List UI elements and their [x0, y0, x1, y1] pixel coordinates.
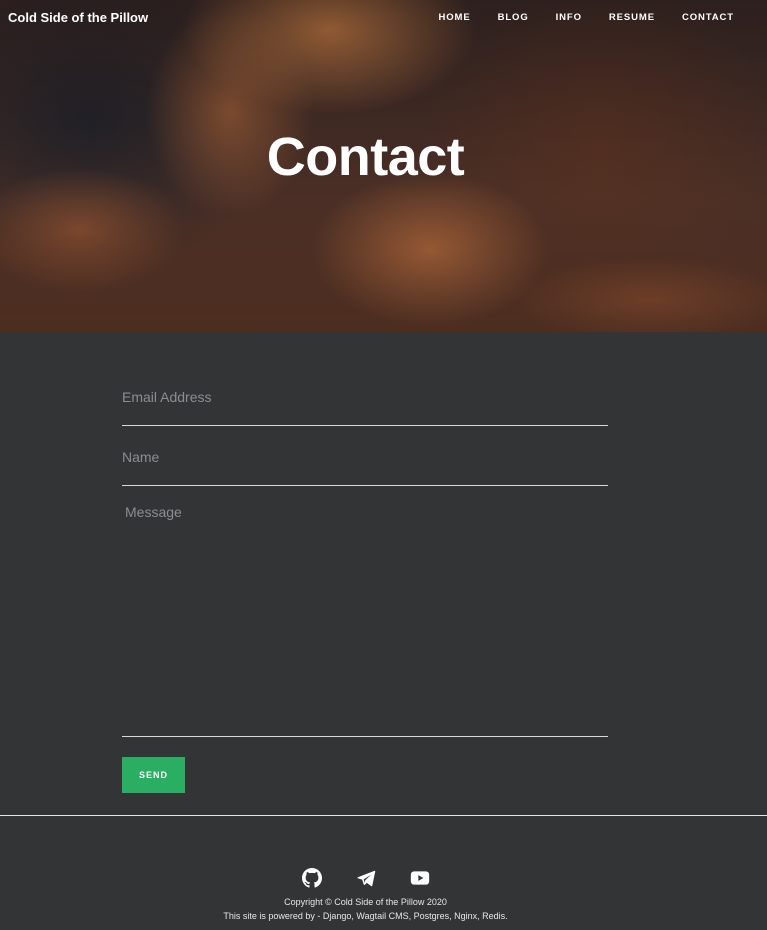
- powered-by-text: This site is powered by - Django, Wagtai…: [223, 911, 508, 921]
- telegram-icon[interactable]: [356, 868, 376, 888]
- nav-link-contact[interactable]: CONTACT: [682, 12, 734, 23]
- nav-link-home[interactable]: HOME: [438, 12, 470, 23]
- github-icon[interactable]: [301, 868, 322, 888]
- name-field[interactable]: [122, 442, 608, 486]
- message-field[interactable]: [122, 500, 608, 737]
- footer: Copyright © Cold Side of the Pillow 2020…: [0, 815, 767, 930]
- nav-links: HOME BLOG INFO RESUME CONTACT: [411, 12, 734, 23]
- contact-form: SEND: [0, 332, 767, 815]
- social-links: [0, 868, 731, 888]
- nav-link-info[interactable]: INFO: [556, 12, 582, 23]
- brand-link[interactable]: Cold Side of the Pillow: [8, 10, 148, 25]
- nav-link-resume[interactable]: RESUME: [609, 12, 655, 23]
- nav-link-blog[interactable]: BLOG: [498, 12, 529, 23]
- hero-banner: Cold Side of the Pillow HOME BLOG INFO R…: [0, 0, 767, 332]
- youtube-icon[interactable]: [410, 868, 430, 888]
- email-field[interactable]: [122, 382, 608, 426]
- page-title: Contact: [266, 127, 465, 187]
- send-button[interactable]: SEND: [122, 757, 185, 793]
- copyright-text: Copyright © Cold Side of the Pillow 2020: [284, 897, 447, 907]
- navbar: Cold Side of the Pillow HOME BLOG INFO R…: [0, 0, 767, 36]
